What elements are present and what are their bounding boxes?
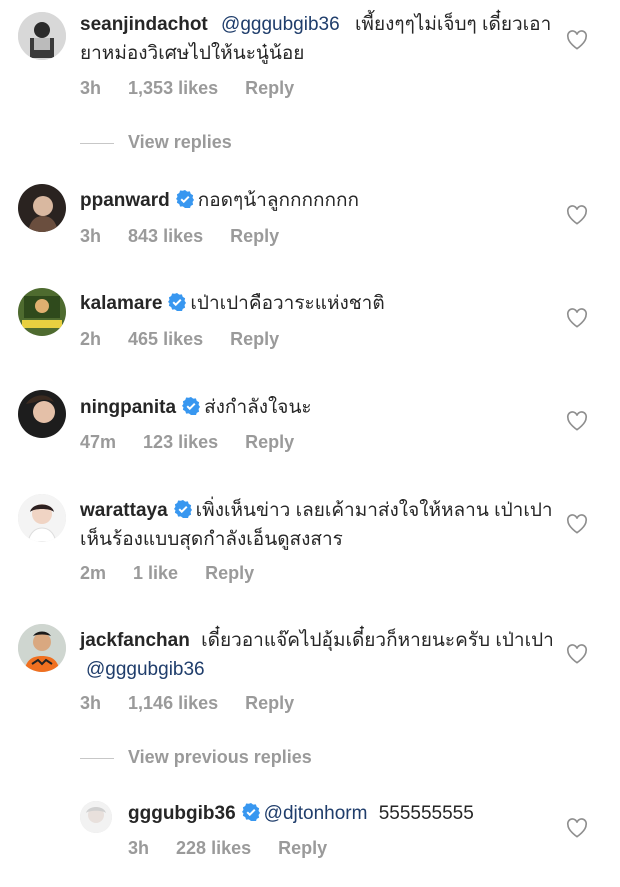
- reply-button[interactable]: Reply: [245, 693, 294, 713]
- comment-username[interactable]: ppanward: [80, 190, 170, 211]
- comment-likes[interactable]: 843 likes: [128, 226, 203, 246]
- comment-text: เป่าเปาคือวาระแห่งชาติ: [190, 293, 385, 314]
- like-heart-icon[interactable]: [566, 644, 588, 664]
- comment-likes[interactable]: 1,146 likes: [128, 693, 218, 713]
- comment-username[interactable]: jackfanchan: [80, 630, 190, 651]
- comment-mention[interactable]: @djtonhorm: [264, 803, 368, 824]
- comment-likes[interactable]: 1 like: [133, 563, 178, 583]
- reply-button[interactable]: Reply: [230, 226, 279, 246]
- comment-username[interactable]: kalamare: [80, 293, 162, 314]
- reply-button[interactable]: Reply: [230, 329, 279, 349]
- comment-time: 3h: [80, 226, 102, 246]
- view-replies-label: View replies: [128, 132, 232, 152]
- comment-text: กอดๆน้าลูกกกกกกก: [197, 190, 360, 211]
- verified-badge-icon: [174, 500, 192, 518]
- comment-time: 3h: [80, 693, 102, 713]
- verified-badge-icon: [242, 803, 260, 821]
- comment-text: ส่งกำลังใจนะ: [204, 397, 312, 418]
- view-replies-button[interactable]: View replies: [80, 132, 232, 153]
- reply-button[interactable]: Reply: [245, 78, 294, 98]
- user-avatar[interactable]: [18, 12, 66, 60]
- comment-mention[interactable]: @gggubgib36: [221, 14, 340, 35]
- like-heart-icon[interactable]: [566, 205, 588, 225]
- like-heart-icon[interactable]: [566, 514, 588, 534]
- reply-button[interactable]: Reply: [205, 563, 254, 583]
- verified-badge-icon: [182, 397, 200, 415]
- view-previous-replies-button[interactable]: View previous replies: [80, 747, 312, 768]
- user-avatar[interactable]: [18, 494, 66, 542]
- user-avatar[interactable]: [18, 390, 66, 438]
- user-avatar[interactable]: [18, 624, 66, 672]
- like-heart-icon[interactable]: [566, 818, 588, 838]
- comment-likes[interactable]: 1,353 likes: [128, 78, 218, 98]
- view-previous-replies-label: View previous replies: [128, 747, 312, 767]
- comment-username[interactable]: warattaya: [80, 500, 168, 521]
- like-heart-icon[interactable]: [566, 30, 588, 50]
- verified-badge-icon: [176, 190, 194, 208]
- comment-username[interactable]: gggubgib36: [128, 803, 236, 824]
- comment-time: 3h: [128, 838, 150, 858]
- like-heart-icon[interactable]: [566, 411, 588, 431]
- comment-mention[interactable]: @gggubgib36: [86, 659, 205, 680]
- like-heart-icon[interactable]: [566, 308, 588, 328]
- comment-username[interactable]: ningpanita: [80, 397, 176, 418]
- comment-likes[interactable]: 228 likes: [176, 838, 251, 858]
- comment-likes[interactable]: 123 likes: [143, 432, 218, 452]
- reply-button[interactable]: Reply: [245, 432, 294, 452]
- comment-time: 2m: [80, 563, 107, 583]
- user-avatar[interactable]: [18, 288, 66, 336]
- comment-text: 555555555: [378, 803, 474, 824]
- divider-line: [80, 142, 114, 144]
- divider-line: [80, 757, 114, 759]
- comment-time: 47m: [80, 432, 117, 452]
- user-avatar[interactable]: [18, 184, 66, 232]
- comment-text: เดี๋ยวอาแจ๊คไปอุ้มเดี๋ยวก็หายนะครับ เป่า…: [201, 630, 554, 651]
- comment-likes[interactable]: 465 likes: [128, 329, 203, 349]
- comment-time: 2h: [80, 329, 102, 349]
- verified-badge-icon: [168, 293, 186, 311]
- reply-button[interactable]: Reply: [278, 838, 327, 858]
- comment-username[interactable]: seanjindachot: [80, 14, 208, 35]
- comment-time: 3h: [80, 78, 102, 98]
- user-avatar[interactable]: [80, 801, 112, 833]
